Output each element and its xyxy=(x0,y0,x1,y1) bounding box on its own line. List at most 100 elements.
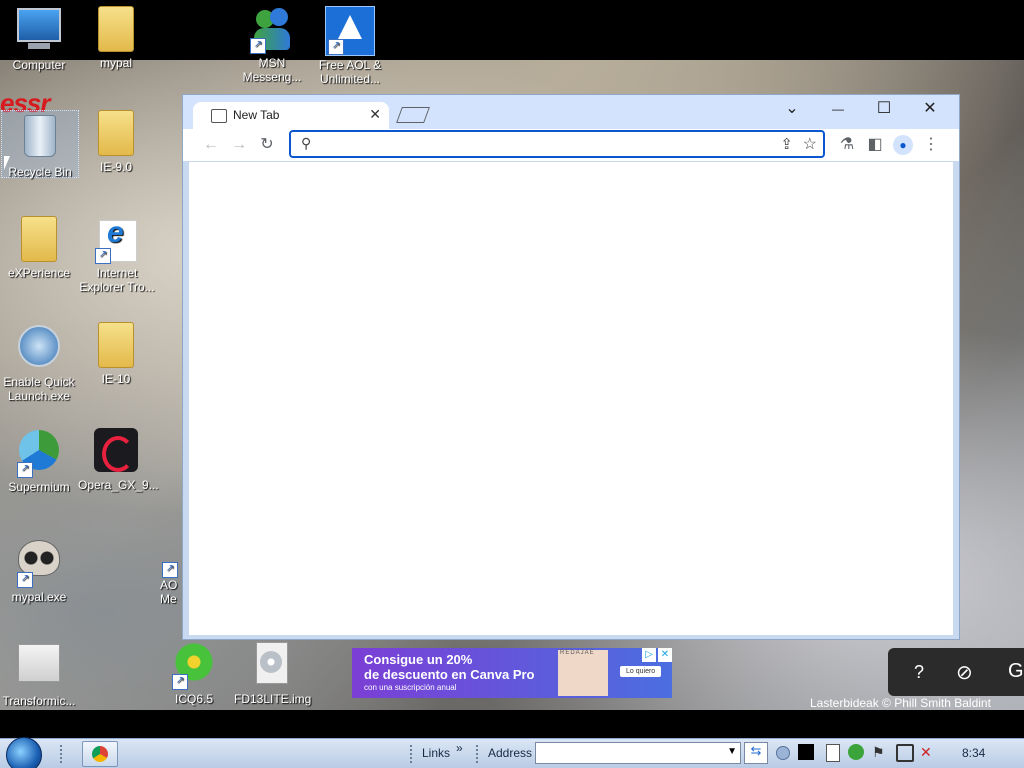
tray-flag-icon[interactable]: ⚑ xyxy=(872,744,885,761)
shortcut-arrow-icon: ↗ xyxy=(172,674,188,690)
ad-banner[interactable]: Consigue un 20% de descuento en Canva Pr… xyxy=(352,648,672,698)
folder-icon xyxy=(92,6,140,54)
icon-label: Enable Quick Launch.exe xyxy=(3,375,75,403)
tray-network-icon[interactable] xyxy=(896,744,914,762)
search-icon: ⚲ xyxy=(301,135,312,151)
folder-icon xyxy=(92,110,140,158)
chrome-menu-icon[interactable]: ⋮ xyxy=(921,135,941,155)
ad-info-icon[interactable]: ▷ xyxy=(642,648,656,662)
links-chevron-icon[interactable]: » xyxy=(456,741,463,755)
tab-search-dropdown-icon[interactable]: ⌄ xyxy=(769,97,815,121)
taskbar-grip-icon xyxy=(476,745,482,763)
address-toolbar-input[interactable]: ▼ xyxy=(535,742,741,764)
start-orb-icon[interactable] xyxy=(6,737,42,768)
new-tab-button[interactable] xyxy=(396,107,430,123)
desktop-icon-quick-launch[interactable]: Enable Quick Launch.exe xyxy=(1,322,77,403)
clock[interactable]: 8:34 xyxy=(962,746,985,760)
msn-messenger-icon: ↗ xyxy=(248,6,296,54)
desktop-icon-computer[interactable]: Computer xyxy=(1,6,77,72)
tray-volume-muted-icon[interactable]: ✕ xyxy=(920,744,932,761)
shortcut-arrow-icon: ↗ xyxy=(250,38,266,54)
reload-button[interactable]: ↻ xyxy=(257,135,277,155)
browser-window[interactable]: New Tab ✕ ⌄ — ☐ ✕ ← → ↻ ⚲ ⇪ ☆ ⚗ ◧ ● ⋮ xyxy=(182,94,960,640)
desktop-icon-mypal-exe[interactable]: ↗ mypal.exe xyxy=(1,534,77,604)
package-icon xyxy=(15,644,63,692)
tray-security-icon[interactable] xyxy=(848,744,864,760)
taskbar-browser-button[interactable] xyxy=(82,741,118,767)
icon-label: Transformic... xyxy=(2,694,76,708)
ad-product-image xyxy=(558,650,608,696)
icon-label: Internet Explorer Tro... xyxy=(79,266,155,294)
icon-label: Supermium xyxy=(8,480,70,494)
omnibox-input[interactable] xyxy=(321,135,765,155)
tray-edge-icon[interactable] xyxy=(776,746,790,760)
aol-icon: ↗ xyxy=(325,6,375,56)
ad-brand: REDAJAE xyxy=(560,650,595,656)
tab-title: New Tab xyxy=(233,108,280,122)
shortcut-arrow-icon: ↗ xyxy=(162,562,178,578)
ad-cta-button[interactable]: Lo quiero xyxy=(620,666,662,677)
desktop-icon-ie9-folder[interactable]: IE-9.0 xyxy=(78,110,154,174)
folder-icon xyxy=(15,216,63,264)
minimize-button[interactable]: — xyxy=(815,97,861,121)
ad-close-icon[interactable]: ✕ xyxy=(658,648,672,662)
back-button[interactable]: ← xyxy=(201,135,221,155)
desktop-icon-transformice[interactable]: Transformic... xyxy=(1,640,77,708)
profile-glyph: ● xyxy=(899,138,907,152)
page-content[interactable] xyxy=(189,162,953,635)
compass-icon[interactable]: ⊘ xyxy=(956,660,973,685)
icon-label: IE-10 xyxy=(101,372,131,386)
profile-avatar-icon[interactable]: ● xyxy=(893,135,913,155)
forward-button[interactable]: → xyxy=(229,135,249,155)
supermium-icon: ↗ xyxy=(15,430,63,478)
taskbar: Links » Address ▼ ⇆ ⚑ ✕ 8:34 xyxy=(0,737,1024,768)
desktop-icon-icq[interactable]: ↗ ICQ6.5 xyxy=(156,640,232,706)
disc-image-icon xyxy=(248,642,296,690)
ad-line2: de descuento en Canva Pro xyxy=(364,667,535,682)
help-icon[interactable]: ? xyxy=(914,662,924,683)
icon-label: Free AOL & Unlimited... xyxy=(318,58,382,86)
icon-label: eXPerience xyxy=(7,266,71,280)
desktop-icon-mypal-folder[interactable]: mypal xyxy=(78,6,154,70)
side-panel-icon[interactable]: ◧ xyxy=(865,135,885,155)
links-toolbar-label[interactable]: Links xyxy=(422,746,450,760)
taskbar-grip-icon xyxy=(60,745,66,763)
ad-line3: con una suscripción anual xyxy=(364,683,457,692)
tab-new-tab[interactable]: New Tab ✕ xyxy=(193,102,389,129)
raccoon-icon: ↗ xyxy=(15,540,63,588)
desktop-icon-opera-gx[interactable]: Opera_GX_9... xyxy=(78,428,159,492)
taskbar-grip-icon xyxy=(410,745,416,763)
desktop-icon-aol-partial[interactable]: ↗ AO Me xyxy=(160,562,184,606)
icq-flower-icon: ↗ xyxy=(170,642,218,690)
chevron-down-icon[interactable]: ▼ xyxy=(727,746,737,757)
tray-document-icon[interactable] xyxy=(826,744,840,762)
wallpaper-attribution: Lasterbideak © Phill Smith Baldint xyxy=(810,696,991,710)
new-tab-favicon-icon xyxy=(211,109,227,123)
icon-label: Recycle Bin xyxy=(8,165,72,179)
desktop-icon-experience-folder[interactable]: eXPerience xyxy=(1,216,77,280)
tab-close-icon[interactable]: ✕ xyxy=(369,106,381,123)
shortcut-arrow-icon: ↗ xyxy=(95,248,111,264)
address-bar[interactable]: ⚲ ⇪ ☆ xyxy=(289,130,825,158)
desktop-icon-supermium[interactable]: ↗ Supermium xyxy=(1,428,77,494)
map-controls-panel: ? ⊘ G xyxy=(888,648,1024,696)
icon-label: mypal.exe xyxy=(11,590,67,604)
bookmark-star-icon[interactable]: ☆ xyxy=(803,134,817,154)
opera-gx-icon xyxy=(92,428,140,476)
close-window-button[interactable]: ✕ xyxy=(907,97,953,121)
partial-label: G xyxy=(1008,660,1024,682)
desktop-icon-fd13lite[interactable]: FD13LITE.img xyxy=(234,640,311,706)
tray-app-icon[interactable] xyxy=(798,744,814,760)
maximize-button[interactable]: ☐ xyxy=(861,97,907,121)
recycle-bin-icon xyxy=(16,115,64,163)
desktop-icon-ie10-folder[interactable]: IE-10 xyxy=(78,322,154,386)
shortcut-arrow-icon: ↗ xyxy=(17,462,33,478)
desktop-icon-recycle-bin[interactable]: Recycle Bin xyxy=(1,110,79,179)
share-icon[interactable]: ⇪ xyxy=(780,135,793,153)
desktop-icon-aol[interactable]: ↗ Free AOL & Unlimited... xyxy=(312,6,388,86)
desktop-icon-msn[interactable]: ↗ MSN Messeng... xyxy=(234,6,310,84)
address-toolbar-label: Address xyxy=(488,746,533,760)
labs-icon[interactable]: ⚗ xyxy=(837,135,857,155)
desktop-icon-internet-explorer[interactable]: e ↗ Internet Explorer Tro... xyxy=(78,216,156,295)
go-button[interactable]: ⇆ xyxy=(744,742,768,764)
